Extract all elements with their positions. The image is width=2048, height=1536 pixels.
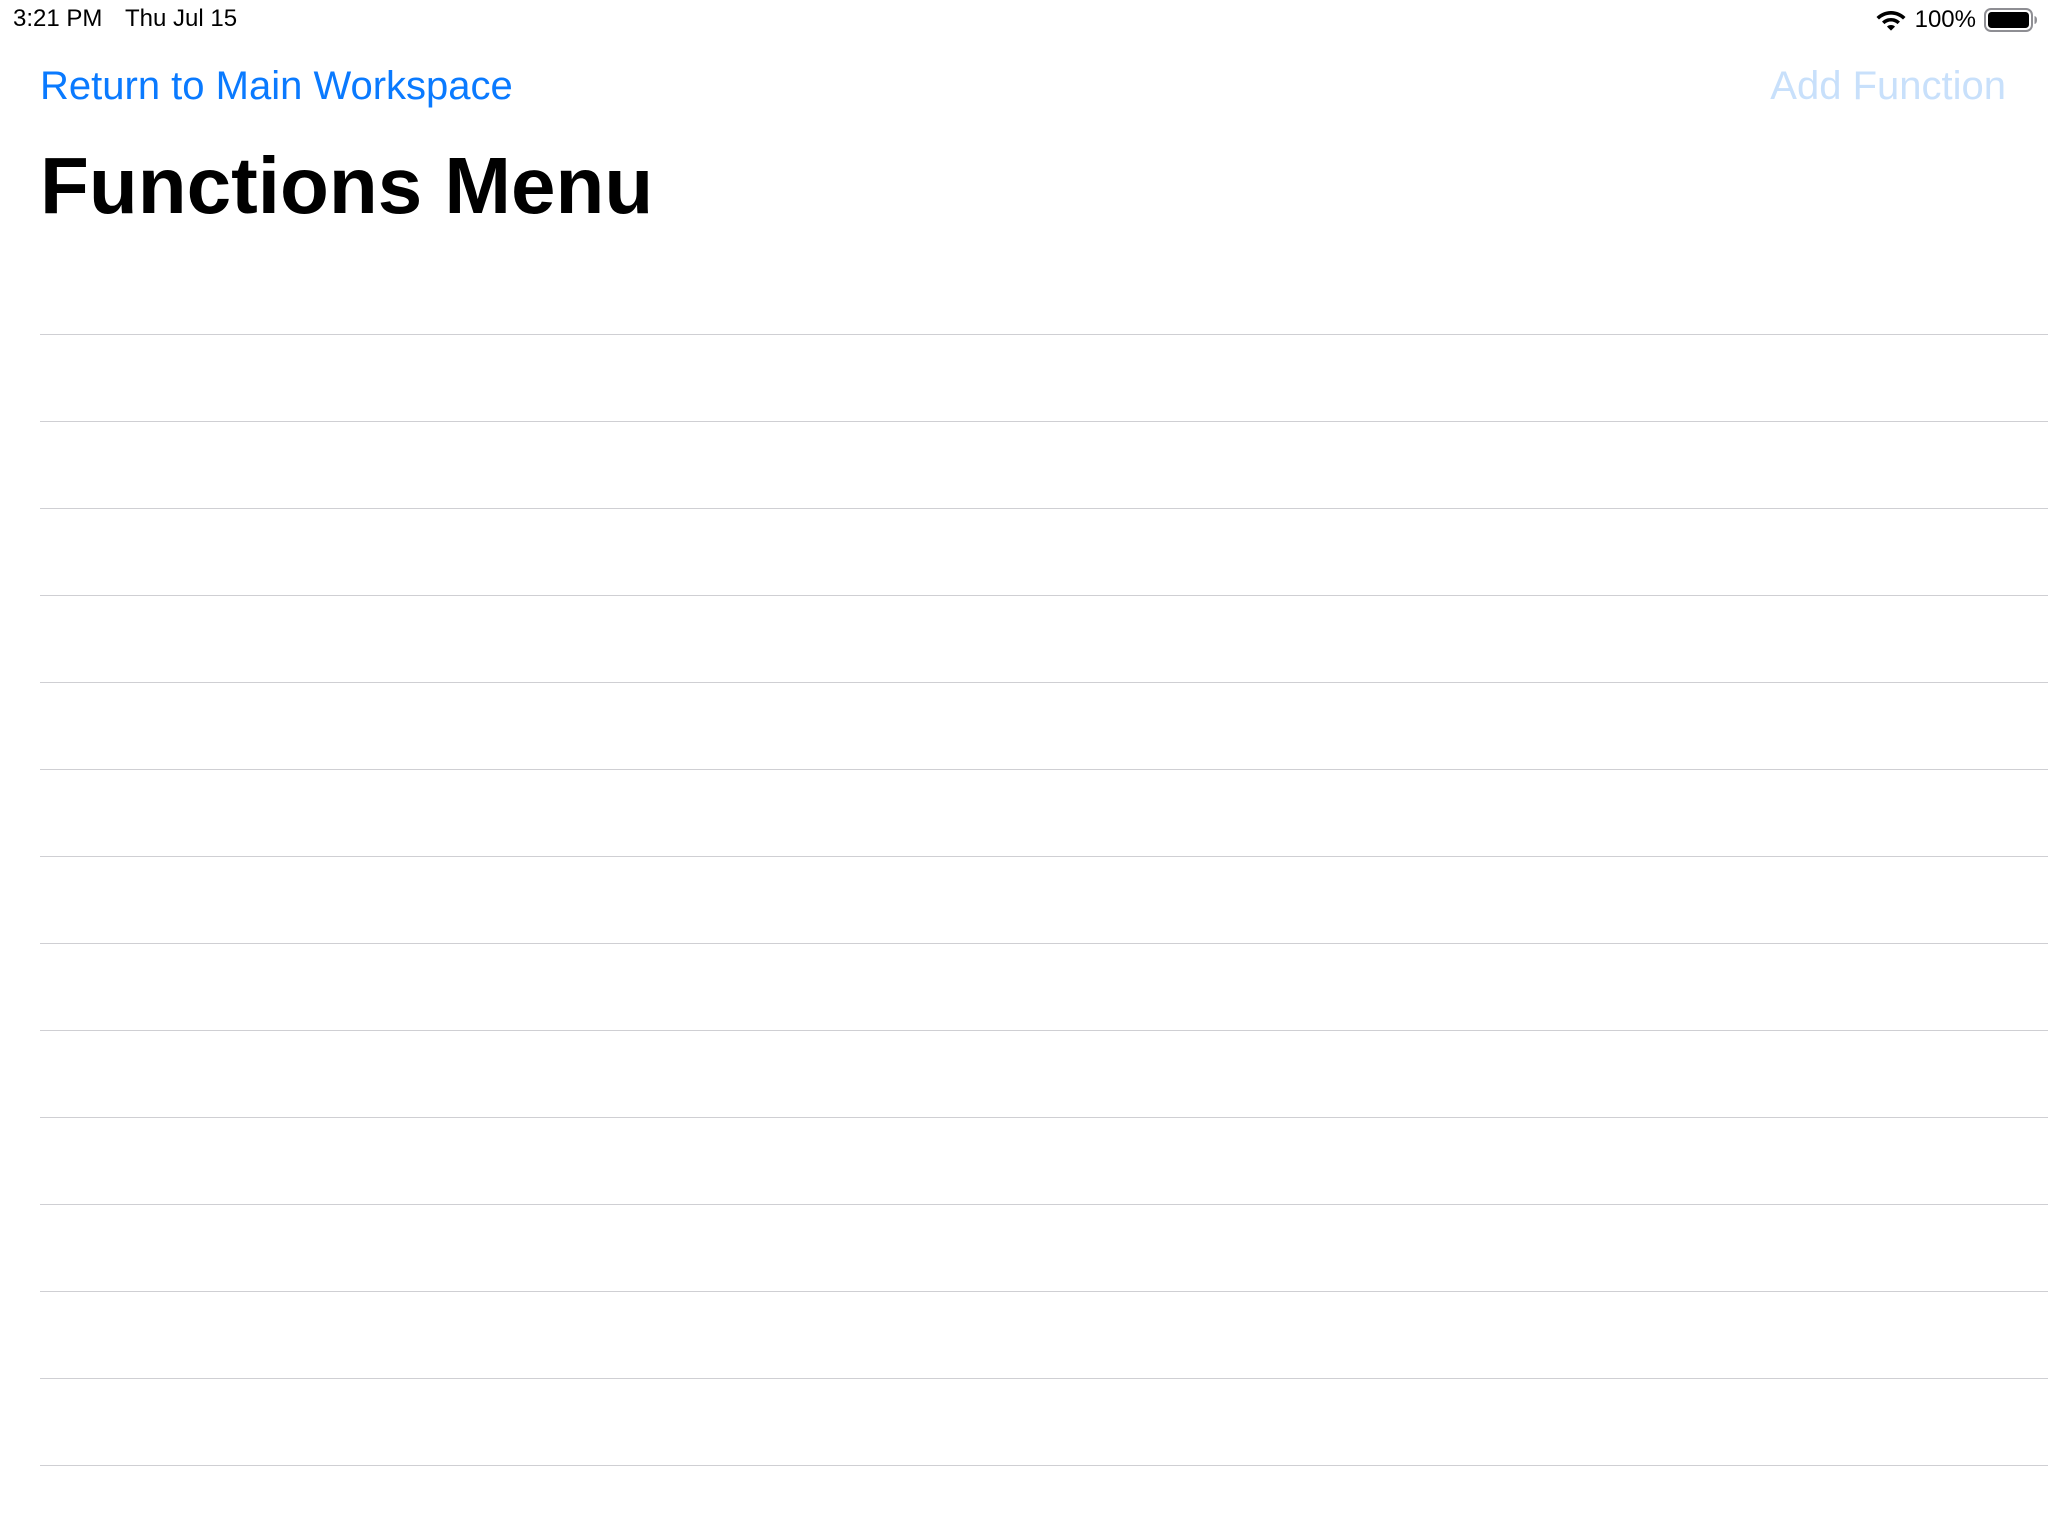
- status-time: 3:21 PM: [13, 5, 103, 32]
- table-row[interactable]: [40, 1465, 2048, 1536]
- battery-percent: 100%: [1914, 6, 1976, 33]
- add-function-button[interactable]: Add Function: [1770, 64, 2006, 109]
- status-date: Thu Jul 15: [125, 5, 238, 32]
- table-row[interactable]: [40, 1378, 2048, 1465]
- functions-menu-screen: 3:21 PM Thu Jul 15 100% Return to Main W…: [0, 0, 2048, 1536]
- functions-table: [40, 334, 2048, 1536]
- table-row[interactable]: [40, 856, 2048, 943]
- status-bar: 3:21 PM Thu Jul 15 100%: [0, 0, 2048, 40]
- table-row[interactable]: [40, 508, 2048, 595]
- status-indicators: 100%: [1875, 4, 2038, 36]
- table-row[interactable]: [40, 1204, 2048, 1291]
- table-row[interactable]: [40, 1117, 2048, 1204]
- table-row[interactable]: [40, 334, 2048, 421]
- table-row[interactable]: [40, 769, 2048, 856]
- return-to-main-workspace-button[interactable]: Return to Main Workspace: [40, 64, 513, 109]
- table-row[interactable]: [40, 421, 2048, 508]
- page-title: Functions Menu: [40, 141, 654, 230]
- table-row[interactable]: [40, 1291, 2048, 1378]
- wifi-icon: [1876, 11, 1906, 31]
- table-row[interactable]: [40, 682, 2048, 769]
- table-row[interactable]: [40, 1030, 2048, 1117]
- table-row[interactable]: [40, 595, 2048, 682]
- table-row[interactable]: [40, 943, 2048, 1030]
- battery-full-icon: [1984, 8, 2037, 32]
